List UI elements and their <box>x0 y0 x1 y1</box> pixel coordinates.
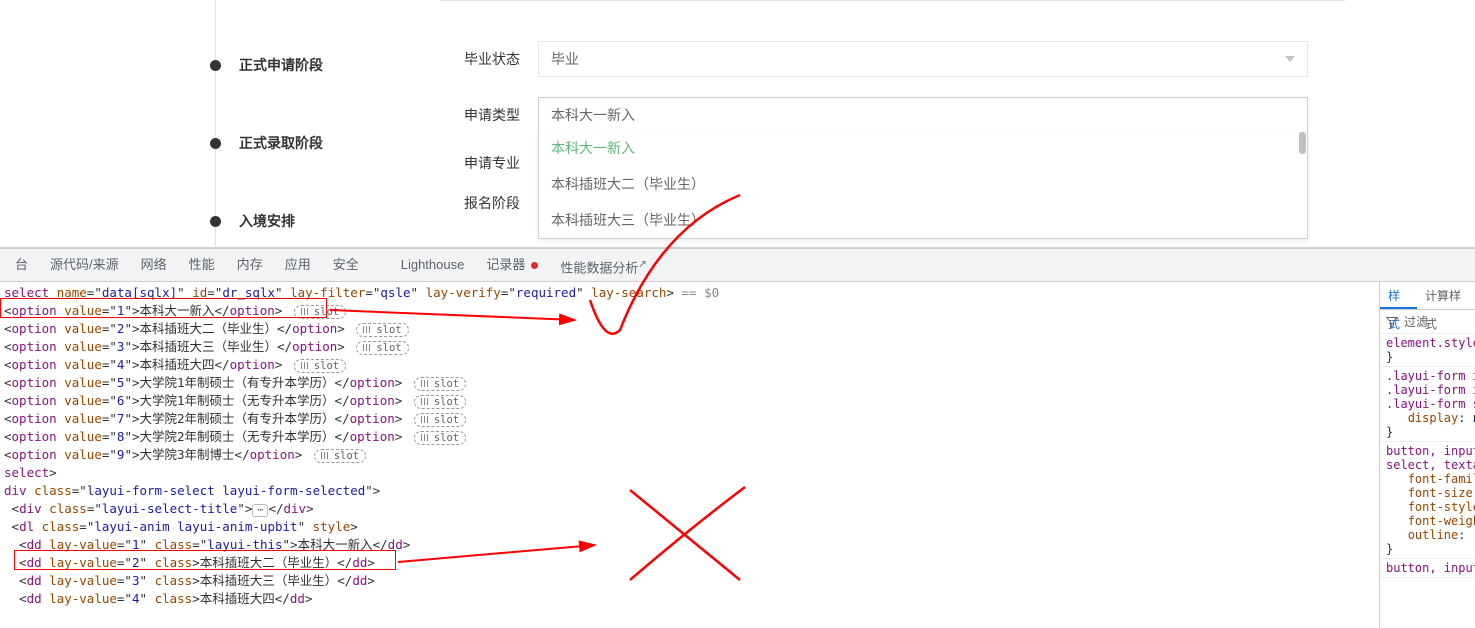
timeline-dot-icon <box>210 216 221 227</box>
styles-panel: 样式 计算样式 过滤 element.style } .layui-form i… <box>1379 282 1475 628</box>
chevron-down-icon <box>1285 56 1295 62</box>
dom-line-select-open[interactable]: select name="data[sqlx]" id="dr_sqlx" la… <box>4 284 1375 302</box>
dom-line-option[interactable]: <option value="5">大学院1年制硕士（有专升本学历）</opti… <box>4 374 1375 392</box>
dom-line-option[interactable]: <option value="2">本科插班大二（毕业生）</option> s… <box>4 320 1375 338</box>
select-value: 毕业 <box>551 49 579 69</box>
dom-line-div1[interactable]: div class="layui-form-select layui-form-… <box>4 482 1375 500</box>
apply-type-dropdown[interactable]: 本科大一新入 本科插班大二（毕业生） 本科插班大三（毕业生） <box>538 130 1308 239</box>
dom-line-option[interactable]: <option value="3">本科插班大三（毕业生）</option> s… <box>4 338 1375 356</box>
filter-icon <box>1386 316 1398 328</box>
field-label: 报名阶段 <box>440 193 520 213</box>
style-rule[interactable]: .layui-form in .layui-form in .layui-for… <box>1380 367 1475 442</box>
slot-badge-icon: slot <box>414 431 466 445</box>
apply-type-select[interactable]: 本科大一新入 <box>538 97 1308 133</box>
left-rail-spacer <box>0 0 180 247</box>
devtools-tab-recorder[interactable]: 记录器 <box>475 248 549 282</box>
form-area: 毕业状态 毕业 申请类型 本科大一新入 申请专业 报名阶段 本科大一新入 本科插… <box>440 0 1475 247</box>
devtools-tab-security[interactable]: 安全 <box>322 248 370 282</box>
dropdown-option[interactable]: 本科插班大二（毕业生） <box>539 166 1307 202</box>
grad-status-select[interactable]: 毕业 <box>538 41 1308 77</box>
dom-line-option[interactable]: <option value="4">本科插班大四</option> slot <box>4 356 1375 374</box>
styles-tab-styles[interactable]: 样式 <box>1380 282 1417 309</box>
slot-badge-icon: slot <box>356 341 408 355</box>
dom-line-option[interactable]: <option value="1">本科大一新入</option> slot <box>4 302 1375 320</box>
dom-line-dd[interactable]: <dd lay-value="1" class="layui-this">本科大… <box>4 536 1375 554</box>
form-row-apply-type: 申请类型 本科大一新入 <box>440 97 1475 133</box>
style-rule[interactable]: element.style } <box>1380 334 1475 367</box>
styles-tab-computed[interactable]: 计算样式 <box>1417 282 1475 309</box>
devtools-tab-memory[interactable]: 内存 <box>226 248 274 282</box>
dom-line-dl[interactable]: <dl class="layui-anim layui-anim-upbit" … <box>4 518 1375 536</box>
slot-badge-icon: slot <box>314 449 366 463</box>
devtools-tab-performance[interactable]: 性能 <box>178 248 226 282</box>
timeline-step-admit[interactable]: 正式录取阶段 <box>210 118 440 168</box>
timeline: 正式申请阶段 正式录取阶段 入境安排 <box>180 0 440 247</box>
style-rule[interactable]: button, input, <box>1380 559 1475 578</box>
devtools-tab-network[interactable]: 网络 <box>130 248 178 282</box>
devtools-tab-console-partial[interactable]: 台 <box>4 248 39 282</box>
dropdown-option[interactable]: 本科大一新入 <box>539 130 1307 166</box>
scrollbar-thumb[interactable] <box>1299 132 1306 154</box>
form-divider <box>440 0 1345 1</box>
ellipsis-badge[interactable]: ⋯ <box>252 504 268 517</box>
devtools-tab-perf-insights[interactable]: 性能数据分析↗ <box>549 248 657 282</box>
dom-line-option[interactable]: <option value="7">大学院2年制硕士（有专升本学历）</opti… <box>4 410 1375 428</box>
slot-badge-icon: slot <box>356 323 408 337</box>
field-label: 申请类型 <box>440 105 520 125</box>
dom-line-dd[interactable]: <dd lay-value="2" class>本科插班大二（毕业生）</dd> <box>4 554 1375 572</box>
devtools-tab-lighthouse[interactable]: Lighthouse <box>390 248 476 282</box>
record-dot-icon <box>531 262 538 269</box>
application-pane: 正式申请阶段 正式录取阶段 入境安排 毕业状态 毕业 申请类型 本科大一新入 <box>0 0 1475 248</box>
style-rule[interactable]: button, input, select, textare font-fami… <box>1380 442 1475 559</box>
slot-badge-icon: slot <box>294 305 346 319</box>
devtools-tab-bar: 台 源代码/来源 网络 性能 内存 应用 安全 Lighthouse 记录器 性… <box>0 248 1475 282</box>
field-label: 申请专业 <box>440 153 520 173</box>
timeline-label: 正式录取阶段 <box>239 133 323 153</box>
timeline-label: 入境安排 <box>239 211 295 231</box>
dom-line-option[interactable]: <option value="9">大学院3年制博士</option> slot <box>4 446 1375 464</box>
dom-line-option[interactable]: <option value="8">大学院2年制硕士（无专升本学历）</opti… <box>4 428 1375 446</box>
dom-line-dd[interactable]: <dd lay-value="4" class>本科插班大四</dd> <box>4 590 1375 608</box>
devtools-tab-sources[interactable]: 源代码/来源 <box>39 248 130 282</box>
dom-line-dd[interactable]: <dd lay-value="3" class>本科插班大三（毕业生）</dd> <box>4 572 1375 590</box>
timeline-step-entry[interactable]: 入境安排 <box>210 196 440 246</box>
timeline-label: 正式申请阶段 <box>239 55 323 75</box>
dom-line-option[interactable]: <option value="6">大学院1年制硕士（无专升本学历）</opti… <box>4 392 1375 410</box>
form-row-grad-status: 毕业状态 毕业 <box>440 41 1475 77</box>
devtools-body: select name="data[sqlx]" id="dr_sqlx" la… <box>0 282 1475 628</box>
elements-panel[interactable]: select name="data[sqlx]" id="dr_sqlx" la… <box>0 282 1379 628</box>
dom-line-select-close[interactable]: select> <box>4 464 1375 482</box>
dom-line-div2[interactable]: <div class="layui-select-title">⋯</div> <box>4 500 1375 518</box>
styles-tabs: 样式 计算样式 <box>1380 282 1475 310</box>
timeline-dot-icon <box>210 60 221 71</box>
timeline-dot-icon <box>210 138 221 149</box>
field-label: 毕业状态 <box>440 49 520 69</box>
select-value: 本科大一新入 <box>551 105 635 125</box>
dropdown-option[interactable]: 本科插班大三（毕业生） <box>539 202 1307 238</box>
slot-badge-icon: slot <box>414 413 466 427</box>
slot-badge-icon: slot <box>294 359 346 373</box>
slot-badge-icon: slot <box>414 377 466 391</box>
filter-placeholder: 过滤 <box>1404 313 1428 330</box>
timeline-step-apply[interactable]: 正式申请阶段 <box>210 40 440 90</box>
devtools-tab-application[interactable]: 应用 <box>274 248 322 282</box>
slot-badge-icon: slot <box>414 395 466 409</box>
